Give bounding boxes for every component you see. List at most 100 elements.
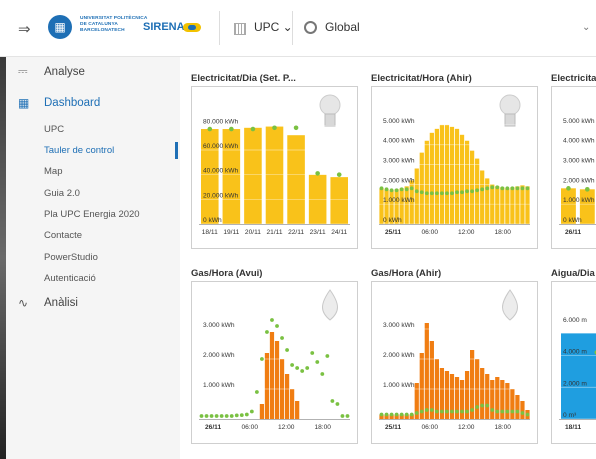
lightbulb-icon [499,94,521,127]
sidebar-item-tauler-de-control[interactable]: Tauler de control [44,145,114,156]
chart-point [315,360,320,364]
x-tick-label: 21/11 [266,229,282,236]
chart-point [520,411,525,415]
collapse-arrow-icon[interactable]: ⇒ [18,20,31,38]
chart-bar [439,124,445,224]
chart-point [480,187,485,192]
chart-point [465,189,469,194]
x-tick-label: 26/11 [205,424,221,431]
chart-point [249,409,254,414]
chart-title: Aigua/Dia [551,268,595,279]
institution-select[interactable]: UPC ⌄ [254,20,293,34]
chart-point [434,191,439,196]
nav-dashboard-label: Dashboard [44,97,101,109]
chart-bar [490,380,495,419]
sidebar-item-contacte[interactable]: Contacte [44,230,82,241]
chart-point [280,336,284,340]
sidebar-item-upc[interactable]: UPC [44,124,64,135]
y-tick-label: 4.000 kWh [563,138,595,145]
chart-bar [485,178,490,224]
sidebar-item-pla-upc-energia-2020[interactable]: Pla UPC Energia 2020 [44,209,140,220]
flame-icon [322,289,338,321]
y-tick-label: 1.000 kWh [383,382,415,389]
university-name: UNIVERSITAT POLITÈCNICA DE CATALUNYA BAR… [80,16,148,34]
chart-point [384,412,389,417]
chart-frame: 1.000 kWh 2.000 kWh 3.000 kWh 26/11 06:00 12:… [191,281,358,444]
chart-point [335,402,340,406]
y-tick-label: 2.000 kWh [383,177,415,184]
chart-point [234,413,239,418]
brand-name[interactable]: SIRENA [143,21,185,33]
chart-bar [290,389,295,419]
x-tick-label: 18/11 [565,424,581,431]
chart-point [500,409,505,414]
chart-point [300,369,305,373]
chart-point [490,185,495,190]
x-tick-label: 12:00 [278,424,295,431]
chart-point [495,185,500,190]
background-strip [0,57,6,459]
chart-point [409,186,414,191]
nav-analisi[interactable]: ∿ Anàlisi [18,296,78,310]
chart-point [414,189,419,194]
y-tick-label: 3.000 kWh [383,322,415,329]
chart-point [394,188,399,193]
sidebar-item-autenticaci-[interactable]: Autenticació [44,273,96,284]
sidebar-item-powerstudio[interactable]: PowerStudio [44,252,98,263]
nav-dashboard[interactable]: ▦ Dashboard [18,96,100,110]
chart-bar [419,353,424,419]
x-tick-label: 06:00 [241,424,258,431]
nav-analyse[interactable]: ⎓ Analyse [18,64,85,79]
chart-point [250,126,256,132]
y-tick-label: 6.000 m [563,317,587,324]
y-tick-label: 40.000 kWh [203,168,239,175]
chart-bar [480,170,485,224]
chart-point [340,414,345,418]
chart-point [455,409,459,414]
chart-point [450,191,454,196]
sidebar-item-guia-2-0[interactable]: Guia 2.0 [44,188,80,199]
chart-point [204,414,209,418]
flame-icon [502,289,518,321]
upc-logo-icon[interactable]: ▦ [48,15,72,39]
chart-bar [424,323,429,419]
chart-point [424,191,429,196]
chart-point [419,409,424,414]
chart-point [440,191,444,196]
sidebar-item-map[interactable]: Map [44,166,62,177]
lightbulb-icon [319,94,341,127]
scope-select[interactable]: Global [325,20,360,34]
chart-point [207,126,213,132]
chart-point [219,414,224,418]
chart-title: Electricitat/Hora (Ahir) [371,73,472,84]
chart-point [265,330,269,334]
chart-bar [274,341,280,419]
chart-frame: 0 m³2.000 m4.000 m6.000 m18/1119/1 [551,281,596,444]
chart-point [505,186,510,191]
chart-point [404,412,409,417]
chart-bar [520,401,525,419]
globe-icon [304,21,317,34]
chart-svg: 0 kWh 1.000 kWh 2.000 kWh 3.000 kWh 4.000 kW… [559,118,596,236]
dashboard-icon: ▦ [18,96,30,110]
nav-analyse-label: Analyse [44,65,85,78]
chart-point [434,409,439,414]
chart-point [475,405,480,409]
chart-bar [520,185,525,224]
chart-bar [419,152,424,224]
chart-point [199,414,204,418]
chart-bar [414,168,419,224]
y-tick-label: 3.000 kWh [383,158,415,165]
chart-frame: 1.000 kWh 2.000 kWh 3.000 kWh 25/11 06:00 12:… [371,281,538,444]
chart-title: Electricitat [551,73,596,84]
chart-bar [449,126,455,224]
chart-point [455,190,459,195]
y-tick-label: 4.000 kWh [383,138,415,145]
chart-bar [561,333,596,419]
analyse-icon: ⎓ [18,64,28,78]
x-tick-label: 25/11 [385,424,401,431]
chevron-down-icon[interactable]: ⌄ [582,22,590,33]
chart-svg: 1.000 kWh 2.000 kWh 3.000 kWh 26/11 06:00 12:… [199,289,350,431]
chart-bar [470,150,475,224]
chart-point [429,191,434,196]
